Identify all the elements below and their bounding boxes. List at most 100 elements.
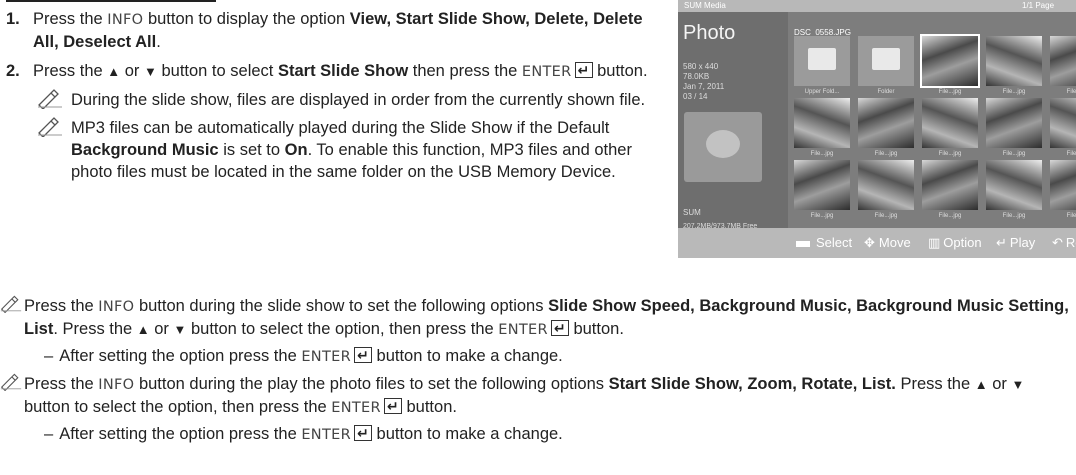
tile-caption: File...jpg	[874, 213, 898, 219]
photo-tile[interactable]: File...jpg	[1050, 98, 1076, 157]
tile-caption: File...jpg	[810, 213, 834, 219]
tv-index: 03 / 14	[683, 92, 708, 101]
enter-icon	[353, 344, 372, 366]
tv-select-label: Select	[816, 235, 853, 250]
photo-tile[interactable]: File...jpg	[986, 98, 1042, 157]
tv-source-label: SUM Media	[684, 1, 726, 10]
photo-tile[interactable]: File...jpg	[1050, 160, 1076, 219]
para-text: Press the	[24, 375, 99, 393]
tile-caption: File...jpg	[1002, 213, 1026, 219]
enter-key-label: ENTER	[301, 427, 351, 443]
section-rule	[6, 0, 216, 2]
play-enter-icon: ↵	[996, 235, 1007, 250]
step-text: Press the	[33, 62, 108, 80]
dash-bullet: –	[44, 347, 54, 365]
upper-folder-tile[interactable]: Upper Fold...	[794, 36, 850, 95]
step-text: Press the	[33, 10, 108, 28]
para-text: button during the slide show to set the …	[134, 297, 549, 315]
info-para-slideshow: Press the INFO button during the slide s…	[0, 295, 1074, 368]
select-button-icon	[796, 240, 810, 247]
option-name: Start Slide Show	[277, 62, 409, 80]
para-text: Press the	[24, 297, 99, 315]
tv-title: Photo	[683, 22, 736, 44]
step-2: 2. Press the ▲ or ▼ button to select Sta…	[6, 59, 666, 183]
enter-key-label: ENTER	[331, 400, 381, 416]
pencil-note-icon	[38, 89, 62, 109]
info-key-label: INFO	[98, 299, 135, 315]
move-arrows-icon: ✥	[864, 235, 875, 250]
enter-icon	[383, 395, 402, 417]
tile-caption: Folder	[877, 89, 895, 95]
tile-caption: File...jpg	[1066, 89, 1076, 95]
tv-option-hint[interactable]: ▥ Option	[928, 228, 982, 258]
note-1: During the slide show, files are display…	[33, 89, 666, 111]
para-text: Press the	[895, 375, 975, 393]
para-text: button.	[401, 398, 457, 416]
setting-name: Background Music	[71, 141, 219, 159]
photo-tile[interactable]: File...jpg	[858, 160, 914, 219]
tv-move-hint[interactable]: ✥ Move	[864, 228, 911, 258]
step-text: .	[156, 33, 161, 51]
pencil-note-icon	[0, 373, 22, 391]
up-arrow-icon: ▲	[974, 377, 988, 392]
photo-tile[interactable]: File...jpg	[922, 160, 978, 219]
tv-page-indicator: 1/1 Page	[1022, 1, 1055, 10]
return-icon: ↶	[1052, 235, 1063, 250]
option-list: Start Slide Show, Zoom, Rotate, List.	[608, 375, 896, 393]
tv-return-hint[interactable]: ↶Re	[1052, 228, 1076, 258]
setting-value: On	[284, 141, 308, 159]
enter-key-label: ENTER	[498, 322, 548, 338]
note-text: MP3 files can be automatically played du…	[71, 119, 610, 137]
para-text: button to select the option, then press …	[24, 398, 332, 416]
down-arrow-icon: ▼	[144, 64, 157, 79]
tile-caption: File...jpg	[874, 151, 898, 157]
sub-text: After setting the option press the	[59, 425, 302, 443]
info-key-label: INFO	[107, 12, 144, 28]
tv-photo-placeholder	[684, 112, 762, 182]
photo-tile[interactable]: File...jpg	[986, 160, 1042, 219]
sub-text: button to make a change.	[371, 425, 563, 443]
para-text: or	[149, 320, 174, 338]
pencil-note-icon	[0, 295, 22, 313]
tv-file-meta: 580 x 440 78.0KB Jan 7, 2011 03 / 14	[683, 62, 724, 102]
enter-key-label: ENTER	[301, 349, 351, 365]
dash-bullet: –	[44, 425, 54, 443]
down-arrow-icon: ▼	[173, 322, 187, 337]
step-1: 1. Press the INFO button to display the …	[6, 8, 666, 53]
photo-tile[interactable]: File...jpg	[922, 98, 978, 157]
sub-text: button to make a change.	[371, 347, 563, 365]
photo-tile[interactable]: File...jpg	[1050, 36, 1076, 95]
note-2: MP3 files can be automatically played du…	[33, 117, 666, 183]
folder-tile[interactable]: Folder	[858, 36, 914, 95]
photo-tile-selected[interactable]: File...jpg	[920, 34, 980, 95]
para-text: . Press the	[53, 320, 137, 338]
tile-caption: File...jpg	[938, 89, 962, 95]
tile-caption: File...jpg	[938, 213, 962, 219]
down-arrow-icon: ▼	[1011, 377, 1025, 392]
info-key-label: INFO	[98, 377, 135, 393]
step-text: button.	[592, 62, 648, 80]
info-para-photo: Press the INFO button during the play th…	[0, 373, 1074, 446]
tv-date: Jan 7, 2011	[683, 82, 725, 91]
steps-list: 1. Press the INFO button to display the …	[6, 8, 666, 190]
tv-select-hint[interactable]: Select	[796, 228, 852, 258]
enter-icon	[353, 422, 372, 444]
photo-tile[interactable]: File...jpg	[986, 36, 1042, 95]
tv-move-label: Move	[878, 235, 911, 250]
step-text: button to select	[156, 62, 278, 80]
tv-play-label: Play	[1009, 235, 1036, 250]
tile-caption: File...jpg	[810, 151, 834, 157]
photo-tile[interactable]: File...jpg	[858, 98, 914, 157]
up-arrow-icon: ▲	[107, 64, 121, 79]
option-tools-icon: ▥	[928, 235, 941, 250]
photo-tile[interactable]: File...jpg	[794, 98, 850, 157]
photo-tile[interactable]: File...jpg	[794, 160, 850, 219]
para-text: button.	[568, 320, 624, 338]
para-text: button to select the option, then press …	[186, 320, 499, 338]
tv-play-hint[interactable]: ↵ Play	[996, 228, 1035, 258]
sub-note: – After setting the option press the ENTE…	[24, 422, 1074, 446]
tv-option-label: Option	[943, 235, 982, 250]
note-text: During the slide show, files are display…	[71, 91, 646, 109]
step-text: then press the	[408, 62, 522, 80]
info-paragraphs: Press the INFO button during the slide s…	[0, 295, 1074, 451]
